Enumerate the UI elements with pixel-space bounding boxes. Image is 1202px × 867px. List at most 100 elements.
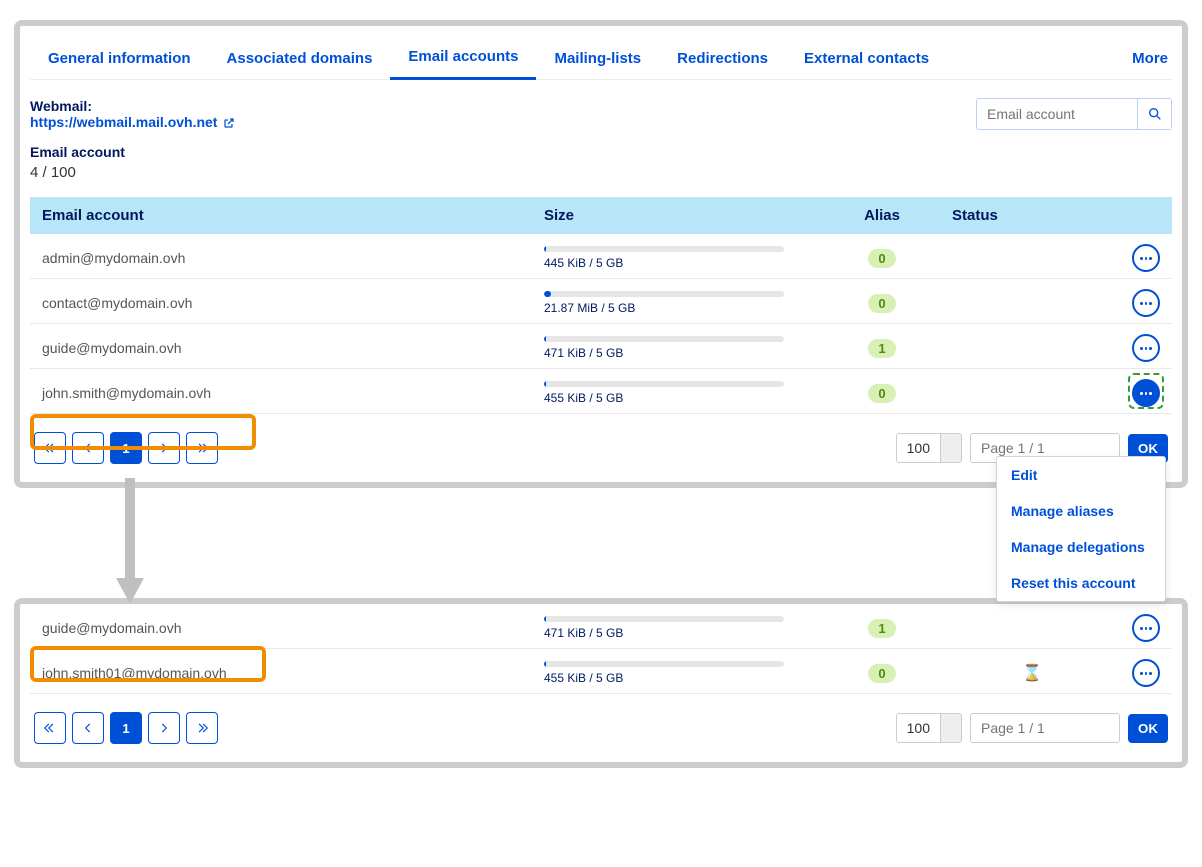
row-actions-button[interactable] — [1132, 334, 1160, 362]
size-text: 455 KiB / 5 GB — [544, 391, 800, 405]
row-actions-button[interactable] — [1132, 614, 1160, 642]
page-ok-button[interactable]: OK — [1128, 714, 1168, 743]
status-cell — [952, 369, 1112, 414]
account-count: 4 / 100 — [30, 164, 235, 181]
alias-badge: 0 — [868, 664, 895, 683]
row-actions-button[interactable] — [1132, 289, 1160, 317]
alias-cell: 1 — [812, 324, 952, 369]
search-icon — [1147, 106, 1163, 122]
email-accounts-panel-after: guide@mydomain.ovh 471 KiB / 5 GB 1 john… — [14, 598, 1188, 768]
size-progress — [544, 381, 784, 387]
per-page-select[interactable]: 100 — [896, 713, 962, 743]
pager-row-after: 1 100 OK — [30, 694, 1172, 748]
search-button[interactable] — [1137, 99, 1171, 129]
size-text: 471 KiB / 5 GB — [544, 346, 800, 360]
page-prev[interactable] — [72, 712, 104, 744]
alias-cell: 0 — [812, 279, 952, 324]
page-first[interactable] — [34, 432, 66, 464]
page-next[interactable] — [148, 712, 180, 744]
tab-redirections[interactable]: Redirections — [659, 42, 786, 79]
page-first[interactable] — [34, 712, 66, 744]
actions-cell — [1112, 369, 1172, 414]
status-cell — [952, 279, 1112, 324]
page-current[interactable]: 1 — [110, 712, 142, 744]
external-link-icon — [223, 116, 235, 128]
tab-general[interactable]: General information — [30, 42, 209, 79]
status-cell: ⌛ — [952, 649, 1112, 694]
size-cell: 445 KiB / 5 GB — [532, 234, 812, 279]
size-cell: 455 KiB / 5 GB — [532, 369, 812, 414]
hourglass-icon: ⌛ — [1022, 665, 1042, 682]
tab-domains[interactable]: Associated domains — [209, 42, 391, 79]
per-page-value: 100 — [897, 434, 940, 462]
alias-badge: 1 — [868, 619, 895, 638]
email-cell: john.smith01@mydomain.ovh — [30, 649, 532, 694]
size-progress — [544, 291, 784, 297]
alias-badge: 0 — [868, 249, 895, 268]
status-cell — [952, 604, 1112, 649]
tab-more[interactable]: More — [1114, 42, 1172, 79]
page-last[interactable] — [186, 432, 218, 464]
col-status: Status — [952, 197, 1112, 234]
search-box — [976, 98, 1172, 130]
actions-cell — [1112, 604, 1172, 649]
table-row: john.smith@mydomain.ovh 455 KiB / 5 GB 0 — [30, 369, 1172, 414]
alias-cell: 0 — [812, 649, 952, 694]
chevron-down-icon — [940, 714, 961, 742]
account-count-label: Email account — [30, 144, 235, 160]
table-row: guide@mydomain.ovh 471 KiB / 5 GB 1 — [30, 324, 1172, 369]
tab-mailing-lists[interactable]: Mailing-lists — [536, 42, 659, 79]
search-input[interactable] — [977, 99, 1137, 129]
email-accounts-table: Email account Size Alias Status admin@my… — [30, 197, 1172, 414]
actions-cell — [1112, 279, 1172, 324]
alias-cell: 0 — [812, 369, 952, 414]
page-info-input[interactable] — [970, 713, 1120, 743]
page-last[interactable] — [186, 712, 218, 744]
menu-aliases[interactable]: Manage aliases — [997, 493, 1165, 529]
webmail-link[interactable]: https://webmail.mail.ovh.net — [30, 114, 235, 130]
size-progress — [544, 616, 784, 622]
per-page-select[interactable]: 100 — [896, 433, 962, 463]
tab-external-contacts[interactable]: External contacts — [786, 42, 947, 79]
page-prev[interactable] — [72, 432, 104, 464]
pager-left: 1 — [34, 432, 218, 464]
col-email: Email account — [30, 197, 532, 234]
table-row: contact@mydomain.ovh 21.87 MiB / 5 GB 0 — [30, 279, 1172, 324]
col-alias: Alias — [812, 197, 952, 234]
row-actions-button-active[interactable] — [1132, 379, 1160, 407]
row-actions-button[interactable] — [1132, 659, 1160, 687]
alias-badge: 0 — [868, 384, 895, 403]
menu-delegations[interactable]: Manage delegations — [997, 529, 1165, 565]
size-text: 445 KiB / 5 GB — [544, 256, 800, 270]
status-cell — [952, 324, 1112, 369]
email-cell: contact@mydomain.ovh — [30, 279, 532, 324]
tab-email-accounts[interactable]: Email accounts — [390, 40, 536, 80]
page-current[interactable]: 1 — [110, 432, 142, 464]
size-cell: 471 KiB / 5 GB — [532, 604, 812, 649]
size-cell: 21.87 MiB / 5 GB — [532, 279, 812, 324]
col-actions — [1112, 197, 1172, 234]
email-cell: guide@mydomain.ovh — [30, 604, 532, 649]
chevron-down-icon — [940, 434, 961, 462]
menu-reset[interactable]: Reset this account — [997, 565, 1165, 601]
actions-cell — [1112, 234, 1172, 279]
size-progress — [544, 661, 784, 667]
info-row: Webmail: https://webmail.mail.ovh.net Em… — [30, 80, 1172, 181]
row-actions-button[interactable] — [1132, 244, 1160, 272]
alias-badge: 0 — [868, 294, 895, 313]
alias-badge: 1 — [868, 339, 895, 358]
alias-cell: 1 — [812, 604, 952, 649]
table-row: guide@mydomain.ovh 471 KiB / 5 GB 1 — [30, 604, 1172, 649]
status-cell — [952, 234, 1112, 279]
size-text: 21.87 MiB / 5 GB — [544, 301, 800, 315]
email-cell: john.smith@mydomain.ovh — [30, 369, 532, 414]
size-text: 455 KiB / 5 GB — [544, 671, 800, 685]
pager-right: 100 OK — [896, 713, 1168, 743]
page-next[interactable] — [148, 432, 180, 464]
pager-left: 1 — [34, 712, 218, 744]
webmail-url-text: https://webmail.mail.ovh.net — [30, 114, 217, 130]
size-progress — [544, 336, 784, 342]
menu-edit[interactable]: Edit — [997, 457, 1165, 493]
email-cell: admin@mydomain.ovh — [30, 234, 532, 279]
table-row: john.smith01@mydomain.ovh 455 KiB / 5 GB… — [30, 649, 1172, 694]
